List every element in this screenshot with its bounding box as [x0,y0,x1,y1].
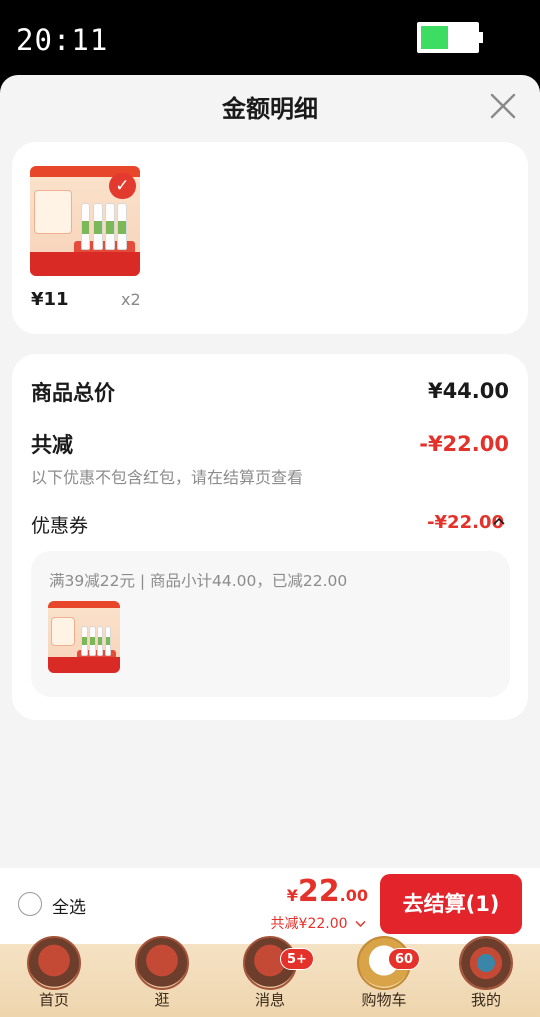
battery-icon [417,22,483,53]
tab-home[interactable]: 首页 [14,936,94,1017]
total-discount-label: 共减 [31,433,73,457]
profile-icon [459,936,513,990]
tab-profile[interactable]: 我的 [446,936,526,1017]
app-root: 20:11 金额明细 ✓ ¥11 x2 商品总价 ¥44.00 共减 -¥22.… [0,0,540,1017]
discount-note: 以下优惠不包含红包，请在结算页查看 [31,468,304,487]
tab-messages[interactable]: 消息 5+ [230,936,314,1017]
coupon-product-thumbnail[interactable] [48,601,120,673]
coupon-label[interactable]: 优惠券 [31,511,88,538]
coupon-detail: 满39减22元 | 商品小计44.00，已减22.00 [31,551,510,697]
chevron-down-icon [355,920,366,928]
checkout-button[interactable]: 去结算(1) [380,874,522,934]
total-price-label: 商品总价 [31,381,115,405]
item-price: ¥11 [31,289,69,310]
product-thumbnail[interactable]: ✓ [30,166,140,276]
total-price-value: ¥44.00 [427,379,509,403]
select-all-label[interactable]: 全选 [52,893,86,918]
browse-icon [135,936,189,990]
message-badge: 5+ [280,948,314,970]
selected-check-icon: ✓ [109,172,136,199]
status-bar: 20:11 [0,0,540,80]
sheet-title: 金额明细 [222,95,318,123]
tab-cart[interactable]: 购物车 60 [344,936,424,1017]
checkout-bar: 全选 ¥22.00 共减¥22.00 去结算(1) [0,868,540,944]
total-discount-value: -¥22.00 [419,432,509,456]
item-quantity: x2 [121,290,141,309]
cart-badge: 60 [388,948,421,970]
tab-browse[interactable]: 逛 [122,936,202,1017]
close-icon[interactable] [488,91,518,121]
coupon-description: 满39减22元 | 商品小计44.00，已减22.00 [49,572,348,590]
status-time: 20:11 [16,23,109,57]
total-payable: ¥22.00 [286,874,368,909]
home-icon [27,936,81,990]
select-all-radio[interactable] [18,892,42,916]
battery-level [421,26,448,49]
tab-bar: 首页 逛 消息 5+ 购物车 60 我的 [0,936,540,1017]
product-card: ✓ [12,142,528,334]
chevron-up-icon[interactable] [493,517,505,525]
discount-summary[interactable]: 共减¥22.00 [271,913,366,933]
